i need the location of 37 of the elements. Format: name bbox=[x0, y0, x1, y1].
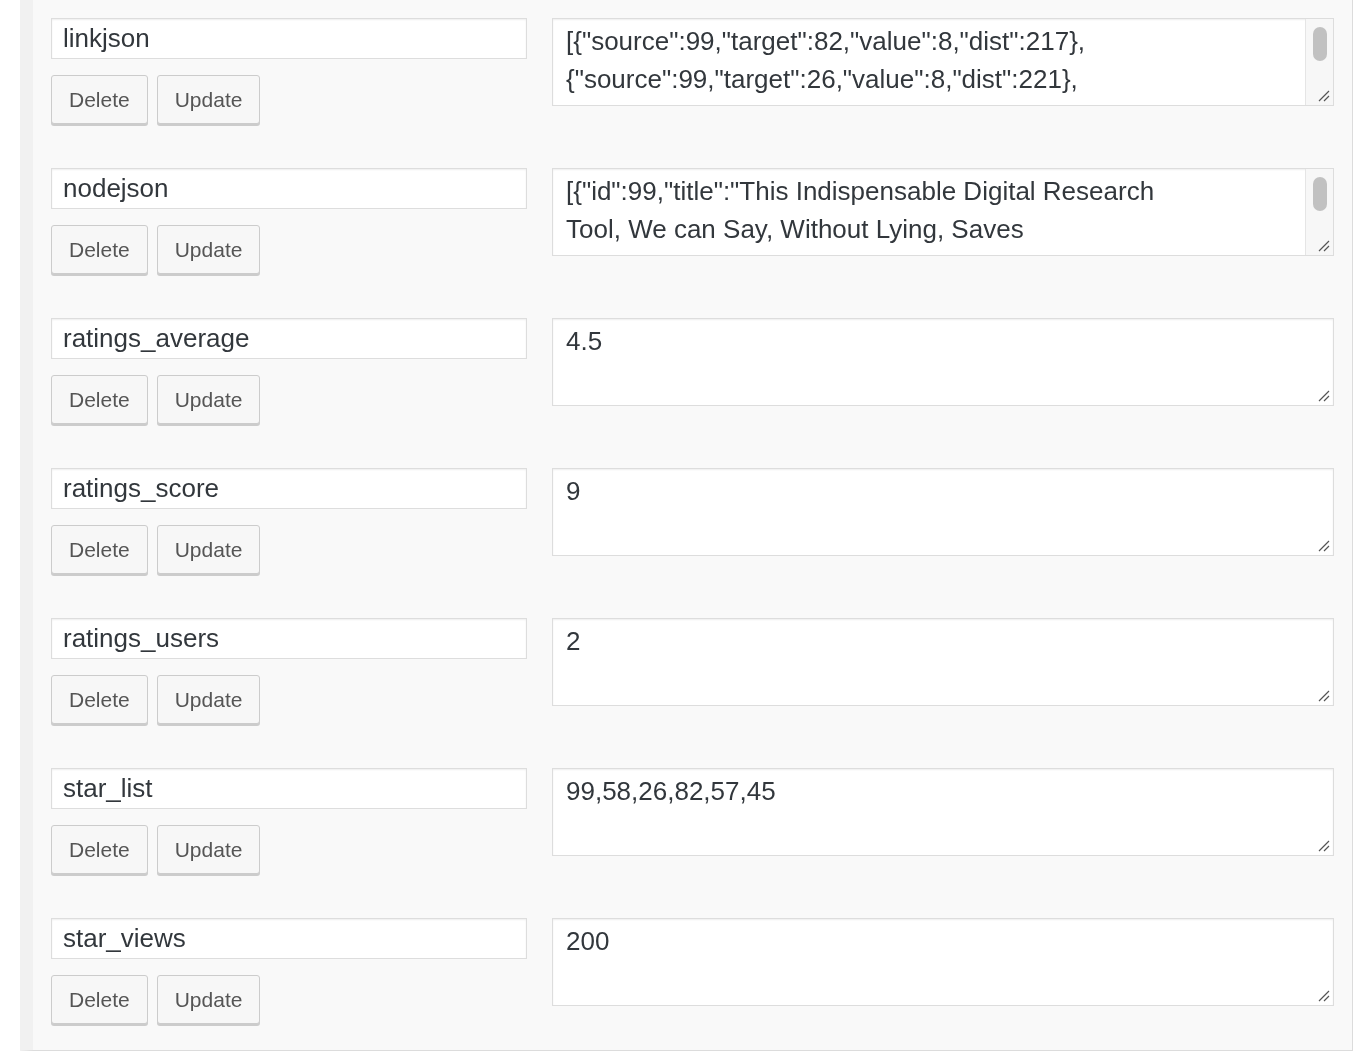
delete-button[interactable]: Delete bbox=[51, 225, 148, 274]
update-button[interactable]: Update bbox=[156, 225, 261, 274]
value-textarea[interactable]: 2 bbox=[552, 618, 1334, 706]
delete-button[interactable]: Delete bbox=[51, 975, 148, 1024]
value-textarea[interactable]: [{"source":99,"target":82,"value":8,"dist":217}, {"source":99,"target":26,"value":8,"dist":221}, bbox=[552, 18, 1334, 106]
delete-button[interactable]: Delete bbox=[51, 375, 148, 424]
update-button[interactable]: Update bbox=[156, 825, 261, 874]
resize-grip-icon[interactable] bbox=[1318, 990, 1330, 1002]
resize-grip-icon[interactable] bbox=[1318, 390, 1330, 402]
update-button[interactable]: Update bbox=[156, 375, 261, 424]
resize-grip-icon[interactable] bbox=[1318, 840, 1330, 852]
resize-grip-icon[interactable] bbox=[1318, 540, 1330, 552]
update-button[interactable]: Update bbox=[156, 675, 261, 724]
update-button[interactable]: Update bbox=[156, 975, 261, 1024]
key-field[interactable]: ratings_average bbox=[51, 318, 527, 359]
delete-button[interactable]: Delete bbox=[51, 525, 148, 574]
delete-button[interactable]: Delete bbox=[51, 75, 148, 124]
resize-grip-icon[interactable] bbox=[1318, 90, 1330, 102]
value-textarea[interactable]: 200 bbox=[552, 918, 1334, 1006]
resize-grip-icon[interactable] bbox=[1318, 690, 1330, 702]
update-button[interactable]: Update bbox=[156, 525, 261, 574]
key-field[interactable]: ratings_score bbox=[51, 468, 527, 509]
value-textarea[interactable]: [{"id":99,"title":"This Indispensable Digital Research Tool, We can Say, Without Lying, Saves bbox=[552, 168, 1334, 256]
scrollbar[interactable] bbox=[1305, 19, 1333, 105]
key-field[interactable]: linkjson bbox=[51, 18, 527, 59]
value-textarea[interactable]: 4.5 bbox=[552, 318, 1334, 406]
value-textarea[interactable]: 99,58,26,82,57,45 bbox=[552, 768, 1334, 856]
value-textarea[interactable]: 9 bbox=[552, 468, 1334, 556]
key-field[interactable]: ratings_users bbox=[51, 618, 527, 659]
delete-button[interactable]: Delete bbox=[51, 825, 148, 874]
key-field[interactable]: nodejson bbox=[51, 168, 527, 209]
update-button[interactable]: Update bbox=[156, 75, 261, 124]
key-field[interactable]: star_views bbox=[51, 918, 527, 959]
delete-button[interactable]: Delete bbox=[51, 675, 148, 724]
scrollbar[interactable] bbox=[1305, 169, 1333, 255]
resize-grip-icon[interactable] bbox=[1318, 240, 1330, 252]
key-field[interactable]: star_list bbox=[51, 768, 527, 809]
